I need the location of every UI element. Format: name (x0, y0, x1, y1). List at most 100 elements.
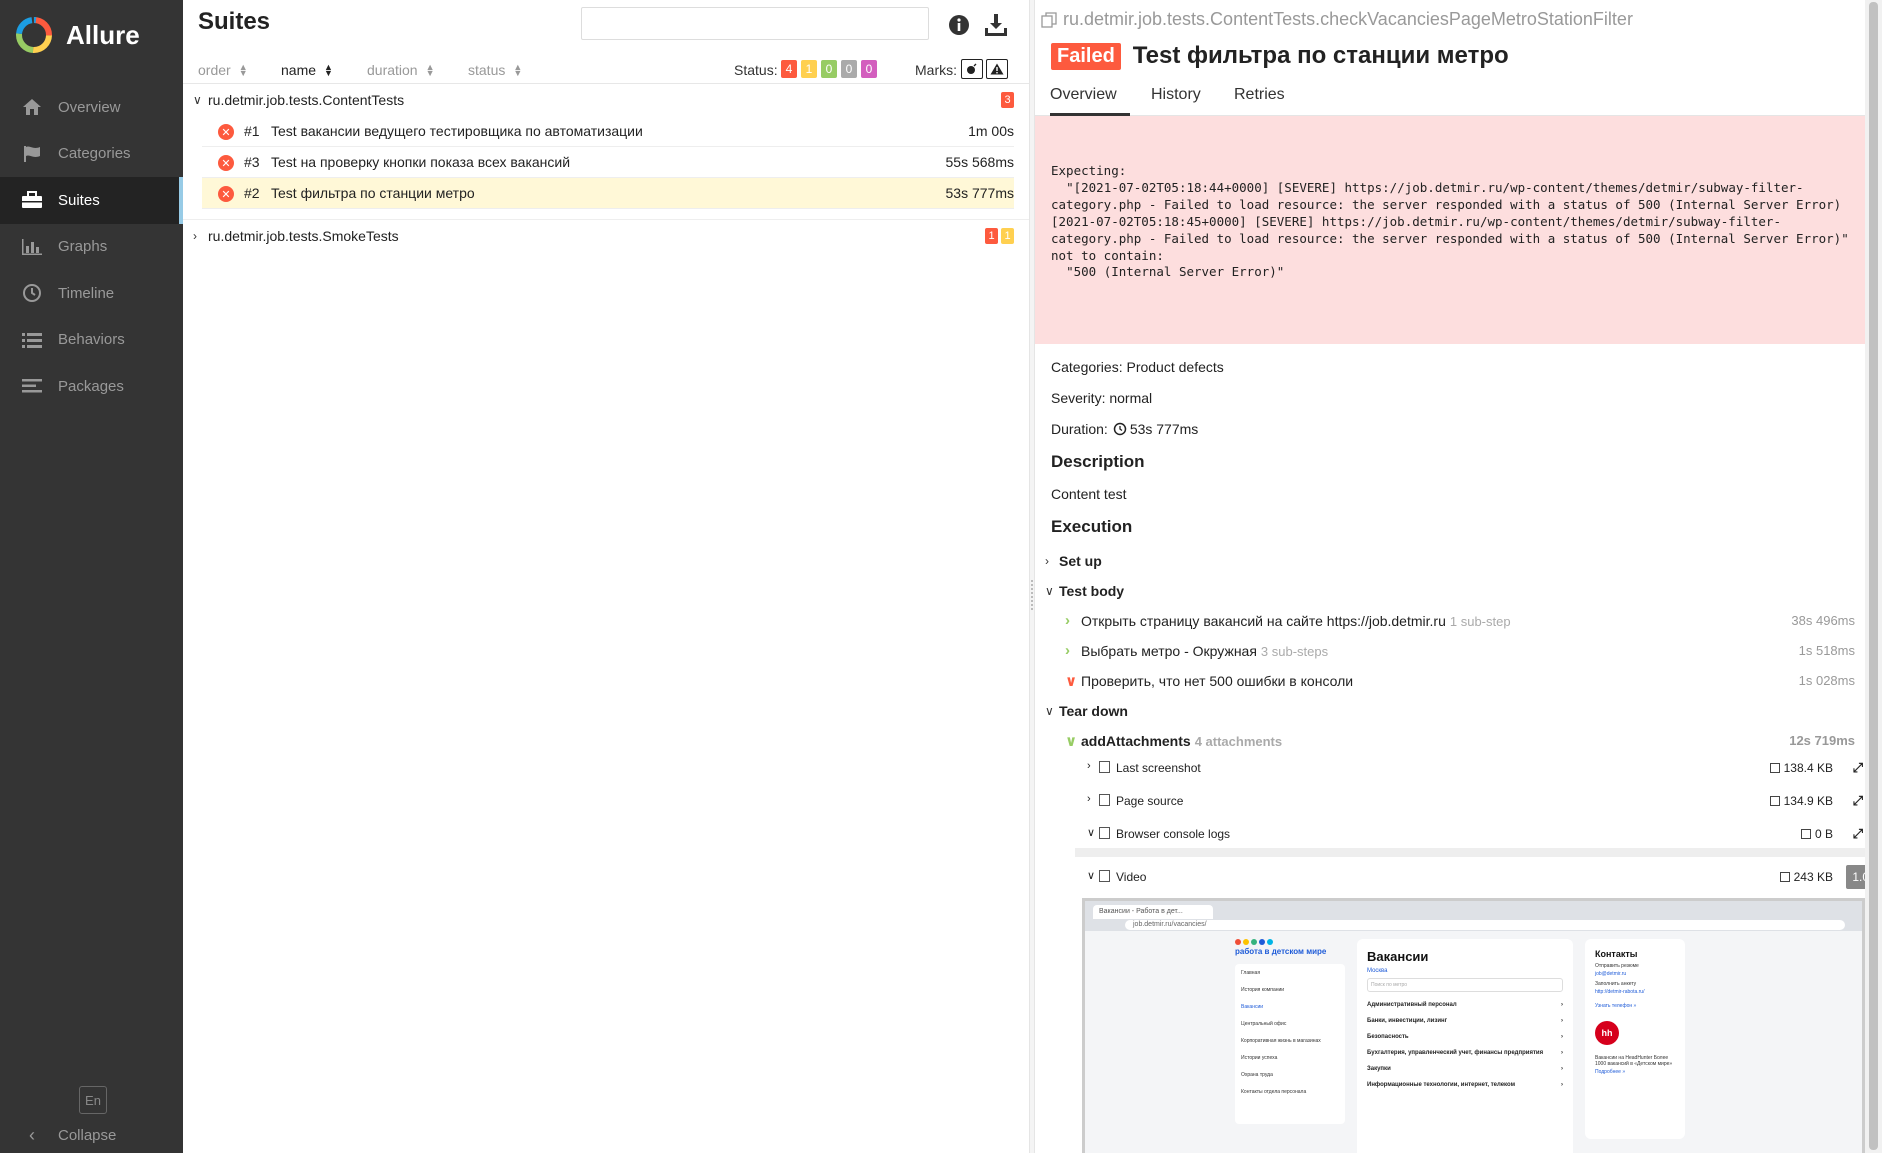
chevron-down-icon: ∨ (1087, 870, 1096, 882)
attachment-row[interactable]: › Last screenshot 138.4 KB ⤢ (1087, 756, 1865, 782)
tear-down-label: Tear down (1059, 703, 1128, 719)
expand-icon[interactable]: ⤢ (1853, 793, 1863, 809)
collapse-button[interactable]: ‹ Collapse (20, 1125, 116, 1146)
chevron-right-icon: › (1087, 793, 1091, 805)
download-icon[interactable] (983, 12, 1009, 38)
info-icon[interactable] (948, 14, 970, 36)
scrollbar-thumb[interactable] (1869, 2, 1878, 1150)
sidebar-item-timeline[interactable]: Timeline (0, 270, 183, 317)
sort-bar: order ▲ ▼ name ▲ ▼ duration ▲ ▼ status ▲ ▼ Statu… (183, 56, 1029, 84)
categories-line: Categories: Product defects (1051, 359, 1224, 375)
video-player[interactable]: Вакансии - Работа в дет... job.detmir.ru… (1082, 898, 1865, 1153)
sidebar-menu: Overview Categories Suites Graphs Timeli… (0, 84, 183, 410)
sidebar-item-categories[interactable]: Categories (0, 131, 183, 178)
marks-filter-label: Marks: (915, 62, 957, 78)
suite-group[interactable]: ∨ ru.detmir.job.tests.ContentTests 3 (183, 84, 1029, 116)
test-row[interactable]: ✕ #1 Test вакансии ведущего тестировщика… (202, 116, 1014, 147)
sort-order[interactable]: order ▲ ▼ (198, 62, 248, 78)
test-number: #3 (244, 154, 260, 170)
tear-down-section[interactable]: ∨ Tear down (1045, 703, 1128, 719)
video-category: Закупки (1367, 1066, 1391, 1072)
suite-group-name: ru.detmir.job.tests.SmokeTests (208, 228, 399, 244)
tab-history[interactable]: History (1151, 86, 1201, 116)
test-detail-pane: ru.detmir.job.tests.ContentTests.checkVa… (1035, 0, 1865, 1153)
video-contacts-form: Заполнить анкету (1595, 981, 1637, 987)
step-row-failed[interactable]: ∨ Проверить, что нет 500 ошибки в консол… (1065, 672, 1855, 696)
detail-tabs: Overview History Retries (1035, 84, 1865, 116)
suite-group[interactable]: › ru.detmir.job.tests.SmokeTests 1 1 (183, 219, 1029, 251)
sidebar: Allure Overview Categories Suites Graphs… (0, 0, 183, 1153)
step-name: Открыть страницу вакансий на сайте https… (1081, 613, 1446, 629)
video-contacts-link: http://detmir-rabota.ru/ (1595, 989, 1645, 995)
search-input[interactable] (581, 7, 929, 40)
disk-icon (1769, 796, 1780, 806)
chevron-right-icon: › (193, 229, 197, 243)
video-category-row: Информационные технологии, интернет, тел… (1367, 1082, 1563, 1088)
error-message: Expecting: "[2021-07-02T05:18:44+0000] [… (1051, 163, 1849, 280)
chevron-right-icon: › (1087, 760, 1091, 772)
sort-name[interactable]: name ▲ ▼ (281, 62, 333, 78)
sort-arrows-icon: ▲ ▼ (425, 62, 435, 78)
full-name-text: ru.detmir.job.tests.ContentTests.checkVa… (1063, 9, 1633, 29)
video-category: Безопасность (1367, 1034, 1409, 1040)
duration-line: Duration: 53s 777ms (1051, 421, 1198, 437)
scrollbar[interactable] (1865, 0, 1882, 1153)
sidebar-item-graphs[interactable]: Graphs (0, 224, 183, 271)
disk-icon (1769, 763, 1780, 773)
step-row[interactable]: ∨ addAttachments 4 attachments 12s 719ms (1065, 732, 1855, 756)
suites-pane: Suites order ▲ ▼ name ▲ ▼ duration ▲ ▼ status ▲… (183, 0, 1029, 1153)
video-nav-item: Корпоративная жизнь в магазинах (1241, 1038, 1321, 1044)
video-nav-item: Центральный офис (1241, 1021, 1287, 1027)
sidebar-item-label: Categories (58, 145, 131, 163)
step-row[interactable]: › Открыть страницу вакансий на сайте htt… (1065, 612, 1855, 636)
duration-value: 53s 777ms (1129, 421, 1199, 437)
video-category: Информационные технологии, интернет, тел… (1367, 1082, 1516, 1088)
attachment-size-wrap: 243 KB (1779, 870, 1833, 884)
status-filter-label: Status: (734, 62, 778, 78)
test-body-section[interactable]: ∨ Test body (1045, 583, 1124, 599)
video-city: Москва (1367, 968, 1388, 974)
video-nav-item: История компании (1241, 987, 1285, 993)
sort-order-label: order (198, 62, 231, 78)
tab-retries[interactable]: Retries (1234, 86, 1285, 116)
attachment-row[interactable]: › Page source 134.9 KB ⤢ (1087, 789, 1865, 815)
status-badge: Failed (1051, 42, 1121, 70)
attachment-name: Browser console logs (1116, 827, 1231, 841)
status-skipped-toggle[interactable]: 0 (841, 60, 857, 78)
sort-status[interactable]: status ▲ ▼ (468, 62, 522, 78)
sort-duration[interactable]: duration ▲ ▼ (367, 62, 435, 78)
language-button[interactable]: En (79, 1086, 107, 1114)
console-logs-content (1075, 848, 1865, 857)
video-browser-tab: Вакансии - Работа в дет... (1093, 905, 1213, 919)
test-number: #1 (244, 123, 260, 139)
test-row[interactable]: ✕ #3 Test на проверку кнопки показа всех… (202, 147, 1014, 178)
step-row[interactable]: › Выбрать метро - Окружная 3 sub-steps 1s… (1065, 642, 1855, 666)
error-message-block: Expecting: "[2021-07-02T05:18:44+0000] [… (1035, 116, 1865, 344)
test-full-name: ru.detmir.job.tests.ContentTests.checkVa… (1041, 9, 1633, 30)
sidebar-item-behaviors[interactable]: Behaviors (0, 317, 183, 364)
status-unknown-toggle[interactable]: 0 (861, 60, 877, 78)
chevron-down-icon: ∨ (1065, 673, 1078, 690)
flaky-toggle[interactable] (986, 59, 1008, 79)
video-category: Бухгалтерия, управленческий учет, финанс… (1367, 1050, 1544, 1056)
sidebar-item-suites[interactable]: Suites (0, 177, 183, 224)
sidebar-item-packages[interactable]: Packages (0, 363, 183, 410)
expand-icon[interactable]: ⤢ (1853, 760, 1863, 776)
sidebar-item-overview[interactable]: Overview (0, 84, 183, 131)
attachment-row[interactable]: ∨ Browser console logs 0 B ⤢ (1087, 822, 1865, 848)
setup-section[interactable]: › Set up (1045, 553, 1102, 569)
step-name-line: Проверить, что нет 500 ошибки в консоли (1081, 673, 1357, 689)
test-row-selected[interactable]: ✕ #2 Test фильтра по станции метро 53s 7… (202, 178, 1014, 209)
copy-icon[interactable] (1041, 11, 1057, 28)
status-broken-toggle[interactable]: 1 (801, 60, 817, 78)
tab-overview[interactable]: Overview (1050, 86, 1130, 116)
attachment-row[interactable]: ∨ Video 243 KB ⤢ (1087, 865, 1865, 891)
expand-icon[interactable]: ⤢ (1853, 826, 1863, 842)
sort-status-label: status (468, 62, 506, 78)
clock-icon (20, 283, 44, 303)
status-failed-toggle[interactable]: 4 (781, 60, 797, 78)
bomb-toggle[interactable] (961, 59, 983, 79)
brand[interactable]: Allure (0, 0, 183, 70)
status-passed-toggle[interactable]: 0 (821, 60, 837, 78)
setup-label: Set up (1059, 553, 1102, 569)
